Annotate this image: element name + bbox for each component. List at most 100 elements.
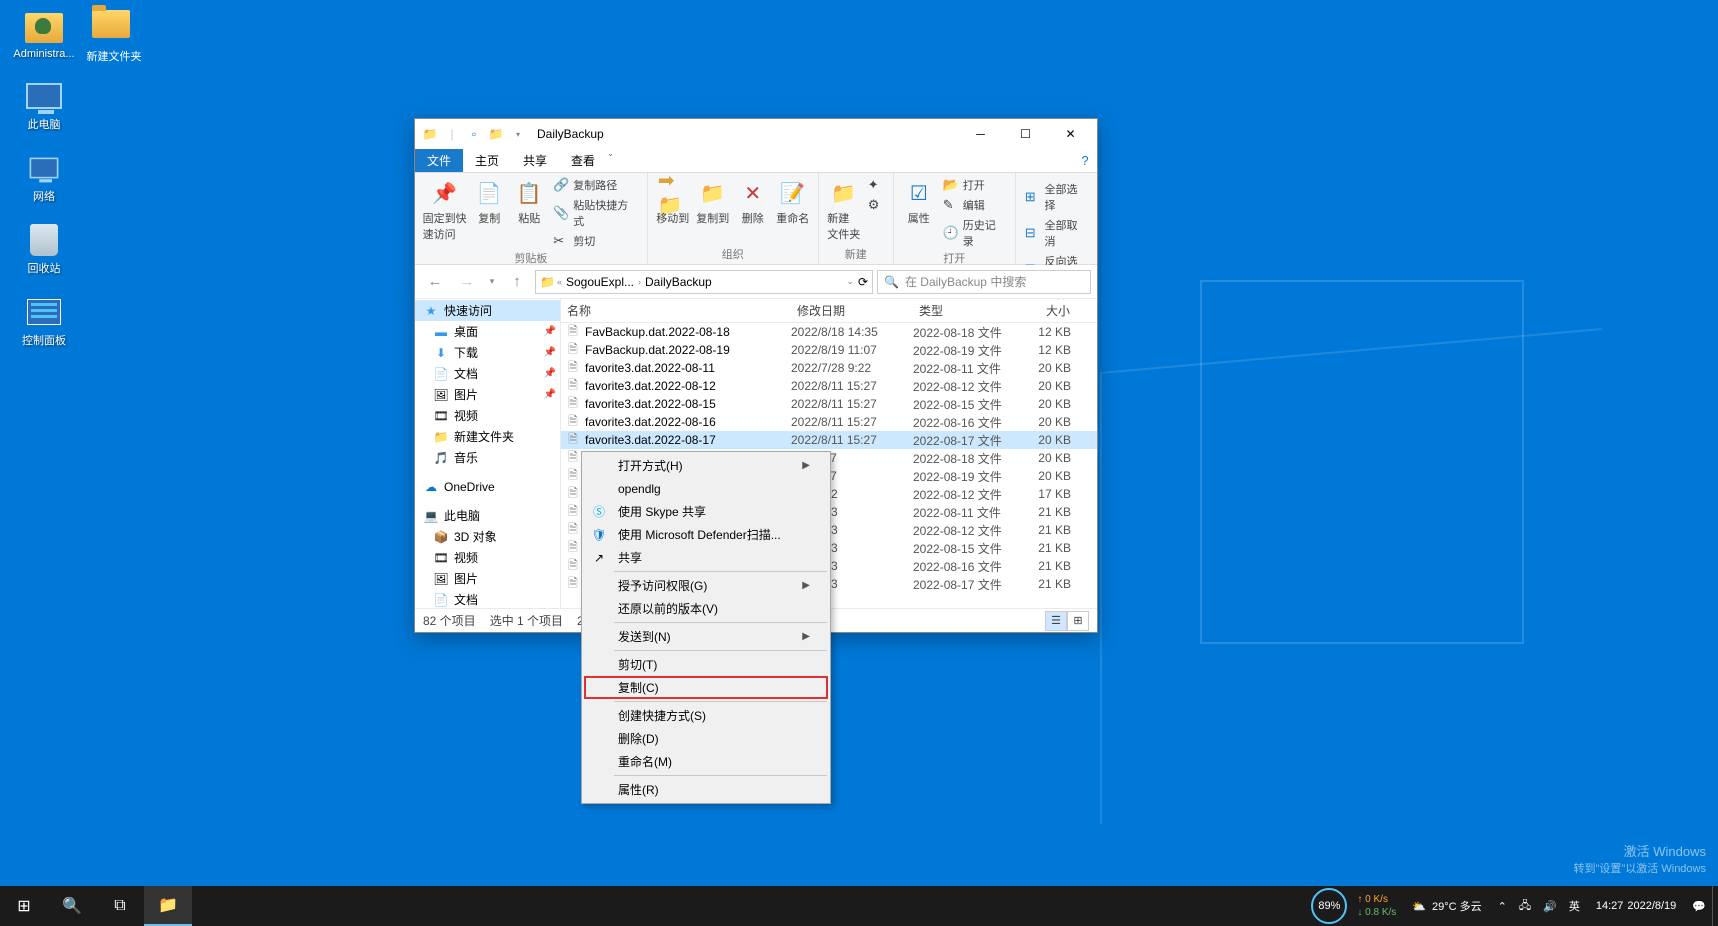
newfolder-button[interactable]: 📁新建 文件夹 (825, 176, 863, 244)
col-name[interactable]: 名称 (561, 302, 791, 319)
search-box[interactable]: 🔍 在 DailyBackup 中搜索 (877, 270, 1091, 294)
desktop-icon-network[interactable]: 网络 (10, 150, 78, 204)
nav-desktop[interactable]: ▬桌面📌 (415, 321, 560, 342)
taskview-button[interactable]: ⧉ (96, 886, 144, 926)
nav-forward-button[interactable]: → (453, 269, 481, 295)
col-date[interactable]: 修改日期 (791, 302, 913, 319)
breadcrumb-seg2[interactable]: DailyBackup (643, 275, 714, 289)
nav-downloads[interactable]: ⬇下载📌 (415, 342, 560, 363)
ctx-send-to[interactable]: 发送到(N)▶ (584, 625, 828, 648)
tab-view[interactable]: 查看 (559, 149, 607, 172)
net-speed[interactable]: ↑ 0 K/s↓ 0.8 K/s (1351, 893, 1402, 919)
qat-newfolder-icon[interactable]: 📁 (485, 123, 507, 145)
moveto-button[interactable]: ➡📁移动到 (654, 176, 692, 228)
ctx-opendlg[interactable]: opendlg (584, 477, 828, 500)
notification-button[interactable]: 💬 (1686, 886, 1712, 926)
nav-documents[interactable]: 📄文档📌 (415, 363, 560, 384)
search-button[interactable]: 🔍 (48, 886, 96, 926)
ctx-cut[interactable]: 剪切(T) (584, 653, 828, 676)
paste-shortcut-button[interactable]: 📎粘贴快捷方式 (550, 196, 641, 230)
ctx-copy[interactable]: 复制(C) (584, 676, 828, 699)
file-row[interactable]: 🗎favorite3.dat.2022-08-172022/8/11 15:27… (561, 431, 1097, 449)
ctx-delete[interactable]: 删除(D) (584, 727, 828, 750)
breadcrumb-seg1[interactable]: SogouExpl... (564, 275, 636, 289)
history-button[interactable]: 🕘历史记录 (940, 216, 1009, 250)
nav-newfolder[interactable]: 📁新建文件夹 (415, 426, 560, 447)
tab-home[interactable]: 主页 (463, 149, 511, 172)
delete-button[interactable]: ✕删除 (734, 176, 772, 228)
desktop-icon-recycle[interactable]: 回收站 (10, 222, 78, 276)
pin-quickaccess-button[interactable]: 📌固定到快 速访问 (421, 176, 468, 250)
ctx-rename[interactable]: 重命名(M) (584, 750, 828, 773)
rename-button[interactable]: 📝重命名 (774, 176, 812, 228)
nav-thispc[interactable]: 💻此电脑 (415, 505, 560, 526)
nav-back-button[interactable]: ← (421, 269, 449, 295)
ribbon-collapse-caret[interactable]: ⌄ (607, 149, 614, 172)
col-size[interactable]: 大小 (1019, 302, 1077, 319)
help-icon[interactable]: ? (1073, 149, 1097, 172)
edit-button[interactable]: ✎编辑 (940, 196, 1009, 214)
select-none-button[interactable]: ⊟全部取消 (1022, 216, 1091, 250)
breadcrumb-chevron-icon[interactable]: › (638, 277, 641, 287)
copyto-button[interactable]: 📁复制到 (694, 176, 732, 228)
qat-properties-icon[interactable]: ▫ (463, 123, 485, 145)
weather-widget[interactable]: ⛅29°C 多云 (1402, 886, 1491, 926)
start-button[interactable]: ⊞ (0, 886, 48, 926)
nav-recent-button[interactable]: ▾ (485, 269, 499, 295)
nav-music[interactable]: 🎵音乐 (415, 447, 560, 468)
taskbar-explorer[interactable]: 📁 (144, 886, 192, 926)
file-row[interactable]: 🗎favorite3.dat.2022-08-122022/8/11 15:27… (561, 377, 1097, 395)
file-row[interactable]: 🗎FavBackup.dat.2022-08-192022/8/19 11:07… (561, 341, 1097, 359)
paste-button[interactable]: 📋粘贴 (510, 176, 548, 250)
tray-network-icon[interactable]: 🖧 (1513, 886, 1537, 926)
properties-button[interactable]: ☑属性 (900, 176, 938, 250)
desktop-icon-newfolder[interactable]: 新建文件夹 (80, 10, 148, 64)
nav-quickaccess[interactable]: ★快速访问 (415, 300, 560, 321)
nav-pictures2[interactable]: 🖼图片 (415, 568, 560, 589)
ctx-create-shortcut[interactable]: 创建快捷方式(S) (584, 704, 828, 727)
tab-file[interactable]: 文件 (415, 149, 463, 172)
copy-path-button[interactable]: 🔗复制路径 (550, 176, 641, 194)
select-all-button[interactable]: ⊞全部选择 (1022, 180, 1091, 214)
qat-dropdown-icon[interactable]: ▾ (507, 123, 529, 145)
file-row[interactable]: 🗎favorite3.dat.2022-08-152022/8/11 15:27… (561, 395, 1097, 413)
file-row[interactable]: 🗎favorite3.dat.2022-08-162022/8/11 15:27… (561, 413, 1097, 431)
desktop-icon-controlpanel[interactable]: 控制面板 (10, 294, 78, 348)
nav-videos[interactable]: 🎞视频 (415, 405, 560, 426)
file-row[interactable]: 🗎FavBackup.dat.2022-08-182022/8/18 14:35… (561, 323, 1097, 341)
file-row[interactable]: 🗎favorite3.dat.2022-08-112022/7/28 9:222… (561, 359, 1097, 377)
ctx-skype-share[interactable]: Ⓢ使用 Skype 共享 (584, 500, 828, 523)
ctx-restore-version[interactable]: 还原以前的版本(V) (584, 597, 828, 620)
maximize-button[interactable]: ☐ (1003, 120, 1048, 149)
address-bar[interactable]: 📁 « SogouExpl... › DailyBackup ⌄ ⟳ (535, 270, 873, 294)
memory-gauge[interactable]: 89% (1311, 888, 1347, 924)
tray-chevron[interactable]: ⌃ (1492, 886, 1513, 926)
tray-ime[interactable]: 英 (1563, 886, 1586, 926)
desktop-icon-thispc[interactable]: 此电脑 (10, 78, 78, 132)
show-desktop-button[interactable] (1712, 886, 1718, 926)
addr-dropdown-icon[interactable]: ⌄ (846, 276, 854, 287)
nav-onedrive[interactable]: ☁OneDrive (415, 476, 560, 497)
open-button[interactable]: 📂打开 (940, 176, 1009, 194)
tab-share[interactable]: 共享 (511, 149, 559, 172)
taskbar-clock[interactable]: 14:272022/8/19 (1586, 886, 1686, 926)
ctx-grant-access[interactable]: 授予访问权限(G)▶ (584, 574, 828, 597)
nav-up-button[interactable]: ↑ (503, 269, 531, 295)
tray-volume-icon[interactable]: 🔊 (1537, 886, 1563, 926)
close-button[interactable]: ✕ (1048, 120, 1093, 149)
ctx-properties[interactable]: 属性(R) (584, 778, 828, 801)
col-type[interactable]: 类型 (913, 302, 1019, 319)
ctx-open-with[interactable]: 打开方式(H)▶ (584, 454, 828, 477)
ctx-defender-scan[interactable]: 🛡使用 Microsoft Defender扫描... (584, 523, 828, 546)
nav-pictures[interactable]: 🖼图片📌 (415, 384, 560, 405)
nav-videos2[interactable]: 🎞视频 (415, 547, 560, 568)
view-thumbs-button[interactable]: ⊞ (1067, 611, 1089, 631)
copy-button[interactable]: 📄复制 (470, 176, 508, 250)
refresh-icon[interactable]: ⟳ (858, 275, 868, 289)
desktop-icon-admin[interactable]: Administra... (10, 10, 78, 60)
ctx-share[interactable]: ↗共享 (584, 546, 828, 569)
titlebar[interactable]: 📁 | ▫ 📁 ▾ DailyBackup ─ ☐ ✕ (415, 119, 1097, 149)
easyaccess-button[interactable]: ⚙ (865, 196, 887, 214)
cut-button[interactable]: ✂剪切 (550, 232, 641, 250)
view-details-button[interactable]: ☰ (1045, 611, 1067, 631)
